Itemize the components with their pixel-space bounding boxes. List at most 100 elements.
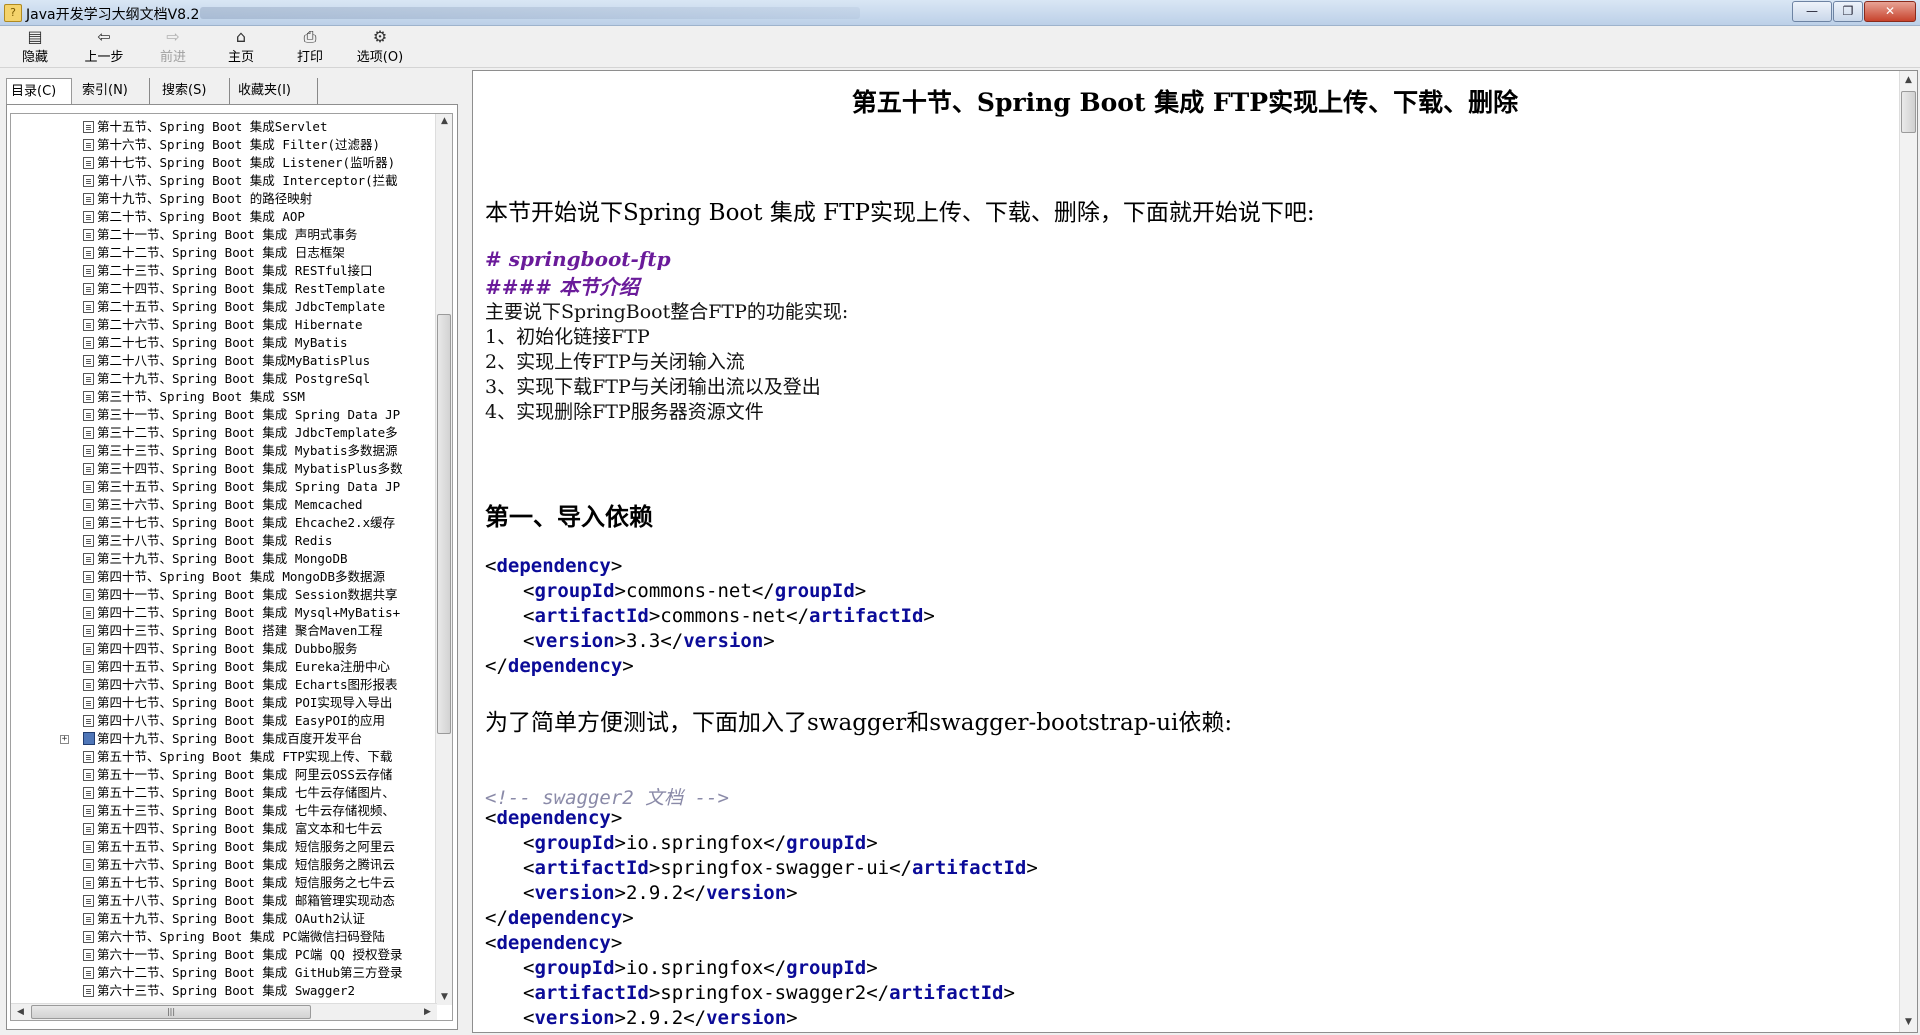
tree-item[interactable]: 第三十七节、Spring Boot 集成 Ehcache2.x缓存 [11,514,437,532]
tree-item[interactable]: 第二十二节、Spring Boot 集成 日志框架 [11,244,437,262]
back-button[interactable]: ⇦ 上一步 [78,28,130,66]
minimize-button[interactable]: — [1792,1,1832,22]
document-page-icon [83,553,94,565]
tree-item[interactable]: 第五十五节、Spring Boot 集成 短信服务之阿里云 [11,838,437,856]
tab-contents[interactable]: 目录(C) [6,78,72,106]
tree-item[interactable]: 第二十五节、Spring Boot 集成 JdbcTemplate [11,298,437,316]
tree-item[interactable]: 第四十六节、Spring Boot 集成 Echarts图形报表 [11,676,437,694]
tree-item[interactable]: 第二十九节、Spring Boot 集成 PostgreSql [11,370,437,388]
tree-item[interactable]: 第二十三节、Spring Boot 集成 RESTful接口 [11,262,437,280]
dep1-artifactid: commons-net [660,605,787,627]
tree-item[interactable]: 第二十一节、Spring Boot 集成 声明式事务 [11,226,437,244]
content-scroll-thumb[interactable] [1901,91,1916,133]
document-page-icon [83,967,94,979]
tree-item[interactable]: 第三十三节、Spring Boot 集成 Mybatis多数据源 [11,442,437,460]
print-button[interactable]: ⎙ 打印 [287,28,333,66]
document-page-icon [83,175,94,187]
tree-item[interactable]: 第三十九节、Spring Boot 集成 MongoDB [11,550,437,568]
tree-item[interactable]: 第五十一节、Spring Boot 集成 阿里云OSS云存储 [11,766,437,784]
expand-plus-icon[interactable]: + [60,735,69,744]
tree-item-label: 第二十三节、Spring Boot 集成 RESTful接口 [97,263,373,278]
hide-button[interactable]: ▤ 隐藏 [12,28,58,66]
tree-item[interactable]: 第三十一节、Spring Boot 集成 Spring Data JP [11,406,437,424]
maximize-button[interactable]: ❐ [1833,1,1863,22]
tree-item[interactable]: 第三十节、Spring Boot 集成 SSM [11,388,437,406]
tree-item[interactable]: 第六十三节、Spring Boot 集成 Swagger2 [11,982,437,1000]
tree-item[interactable]: + 第四十九节、Spring Boot 集成百度开发平台 [11,730,437,748]
content-scroll-down-icon[interactable]: ▼ [1901,1015,1916,1030]
scroll-left-arrow-icon[interactable]: ◀ [13,1005,28,1020]
tree-item[interactable]: 第十八节、Spring Boot 集成 Interceptor(拦截 [11,172,437,190]
tree-item[interactable]: 第四十一节、Spring Boot 集成 Session数据共享 [11,586,437,604]
document-page-icon [83,985,94,997]
tree-item[interactable]: 第四十节、Spring Boot 集成 MongoDB多数据源 [11,568,437,586]
tree-item-label: 第三十八节、Spring Boot 集成 Redis [97,533,333,548]
tab-search[interactable]: 搜索(S) [158,78,230,104]
document-page-icon [83,661,94,673]
document-page-icon [83,121,94,133]
content-pane: 第五十节、Spring Boot 集成 FTP实现上传、下载、删除 本节开始说下… [472,70,1918,1033]
tree-item[interactable]: 第四十二节、Spring Boot 集成 Mysql+MyBatis+ [11,604,437,622]
scroll-down-arrow-icon[interactable]: ▼ [437,990,452,1005]
tree-item[interactable]: 第三十五节、Spring Boot 集成 Spring Data JP [11,478,437,496]
pane-splitter[interactable] [462,68,472,1035]
tree-item[interactable]: 第五十三节、Spring Boot 集成 七牛云存储视频、 [11,802,437,820]
tree-scroll-thumb[interactable] [437,314,451,734]
tree-item-label: 第三十节、Spring Boot 集成 SSM [97,389,305,404]
tree-item[interactable]: 第十七节、Spring Boot 集成 Listener(监听器) [11,154,437,172]
tree-item[interactable]: 第五十九节、Spring Boot 集成 OAuth2认证 [11,910,437,928]
tree-item-label: 第六十三节、Spring Boot 集成 Swagger2 [97,983,356,998]
document-page-icon [83,877,94,889]
tree-item[interactable]: 第二十节、Spring Boot 集成 AOP [11,208,437,226]
tree-item[interactable]: 第五十二节、Spring Boot 集成 七牛云存储图片、 [11,784,437,802]
tree-item-label: 第二十四节、Spring Boot 集成 RestTemplate [97,281,386,296]
tree-item[interactable]: 第三十六节、Spring Boot 集成 Memcached [11,496,437,514]
tree-item[interactable]: 第五十八节、Spring Boot 集成 邮箱管理实现动态 [11,892,437,910]
forward-button[interactable]: ⇨ 前进 [150,28,196,66]
tree-item[interactable]: 第三十四节、Spring Boot 集成 MybatisPlus多数 [11,460,437,478]
tree-horizontal-scrollbar[interactable]: ◀ ||| ▶ [11,1003,437,1020]
tree-item[interactable]: 第二十六节、Spring Boot 集成 Hibernate [11,316,437,334]
tree-item[interactable]: 第三十八节、Spring Boot 集成 Redis [11,532,437,550]
code-line: <version>3.3</version> [523,630,775,652]
tree-item-label: 第六十二节、Spring Boot 集成 GitHub第三方登录 [97,965,403,980]
tree-hscroll-thumb[interactable]: ||| [31,1005,311,1019]
tree-item[interactable]: 第六十一节、Spring Boot 集成 PC端 QQ 授权登录 [11,946,437,964]
tree-item-label: 第三十二节、Spring Boot 集成 JdbcTemplate多 [97,425,398,440]
tree-item[interactable]: 第六十二节、Spring Boot 集成 GitHub第三方登录 [11,964,437,982]
content-vertical-scrollbar[interactable]: ▲ ▼ [1899,71,1917,1032]
options-button[interactable]: ⚙ 选项(O) [350,28,410,66]
tree-item[interactable]: 第十六节、Spring Boot 集成 Filter(过滤器) [11,136,437,154]
home-button[interactable]: ⌂ 主页 [218,28,264,66]
tree-item-label: 第二十一节、Spring Boot 集成 声明式事务 [97,227,358,242]
tree-item[interactable]: 第五十六节、Spring Boot 集成 短信服务之腾讯云 [11,856,437,874]
tab-index[interactable]: 索引(N) [78,78,150,104]
tree-item-label: 第二十九节、Spring Boot 集成 PostgreSql [97,371,371,386]
tree-item[interactable]: 第五十四节、Spring Boot 集成 富文本和七牛云 [11,820,437,838]
tree-item[interactable]: 第五十节、Spring Boot 集成 FTP实现上传、下载 [11,748,437,766]
close-button[interactable]: ✕ [1864,1,1916,22]
tree-item[interactable]: 第二十八节、Spring Boot 集成MyBatisPlus [11,352,437,370]
tree-item[interactable]: 第五十七节、Spring Boot 集成 短信服务之七牛云 [11,874,437,892]
tree-item[interactable]: 第四十五节、Spring Boot 集成 Eureka注册中心 [11,658,437,676]
tree-item[interactable]: 第十九节、Spring Boot 的路径映射 [11,190,437,208]
document-page-icon [83,679,94,691]
tree-item-label: 第四十三节、Spring Boot 搭建 聚合Maven工程 [97,623,383,638]
tree-item[interactable]: 第四十八节、Spring Boot 集成 EasyPOI的应用 [11,712,437,730]
lead-text: 主要说下SpringBoot整合FTP的功能实现: [485,301,849,323]
tree-item[interactable]: 第六十节、Spring Boot 集成 PC端微信扫码登陆 [11,928,437,946]
tab-favorites[interactable]: 收藏夹(I) [234,78,318,104]
tree-item[interactable]: 第四十四节、Spring Boot 集成 Dubbo服务 [11,640,437,658]
scroll-up-arrow-icon[interactable]: ▲ [437,114,452,129]
content-scroll-up-icon[interactable]: ▲ [1901,73,1916,88]
scroll-right-arrow-icon[interactable]: ▶ [420,1005,435,1020]
tree-item[interactable]: 第四十七节、Spring Boot 集成 POI实现导入导出 [11,694,437,712]
tree-item[interactable]: 第二十四节、Spring Boot 集成 RestTemplate [11,280,437,298]
tree-item[interactable]: 第三十二节、Spring Boot 集成 JdbcTemplate多 [11,424,437,442]
tree-item-label: 第十八节、Spring Boot 集成 Interceptor(拦截 [97,173,398,188]
tree-item[interactable]: 第十五节、Spring Boot 集成Servlet [11,118,437,136]
tree-item[interactable]: 第四十三节、Spring Boot 搭建 聚合Maven工程 [11,622,437,640]
tree-item[interactable]: 第二十七节、Spring Boot 集成 MyBatis [11,334,437,352]
tree-vertical-scrollbar[interactable]: ▲ ▼ [435,114,452,1005]
code-line: </dependency> [485,655,634,677]
